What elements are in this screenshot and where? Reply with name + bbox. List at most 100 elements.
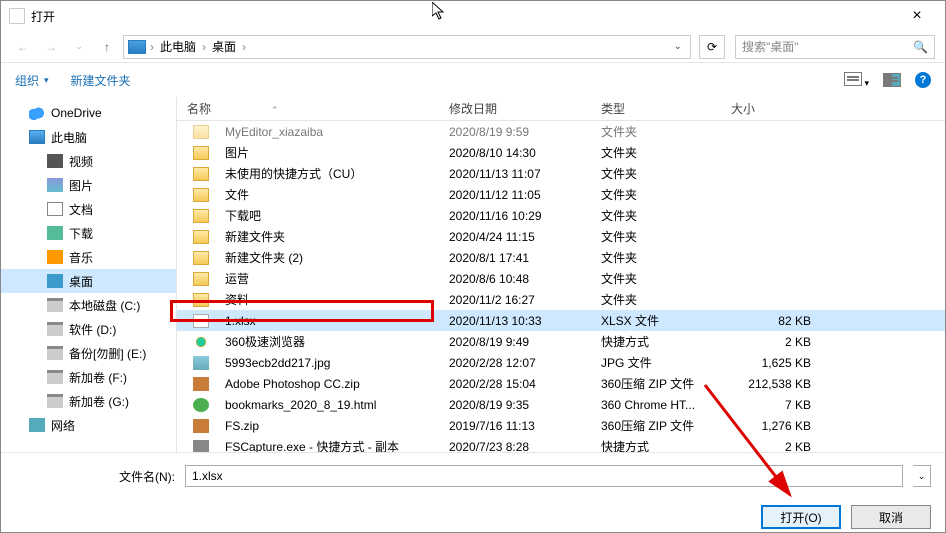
folder-icon xyxy=(47,178,63,192)
column-type[interactable]: 类型 xyxy=(591,100,721,117)
file-row[interactable]: 下载吧2020/11/16 10:29文件夹 xyxy=(177,205,945,226)
file-type: 文件夹 xyxy=(591,249,721,266)
file-row[interactable]: 1.xlsx2020/11/13 10:33XLSX 文件82 KB xyxy=(177,310,945,331)
file-date: 2020/8/10 14:30 xyxy=(439,146,591,160)
column-headers: 名称⌃ 修改日期 类型 大小 xyxy=(177,97,945,121)
sidebar-item[interactable]: 软件 (D:) xyxy=(1,317,176,341)
sidebar-item-label: 备份[勿删] (E:) xyxy=(69,345,146,362)
new-folder-button[interactable]: 新建文件夹 xyxy=(71,72,131,89)
sidebar-item[interactable]: 新加卷 (F:) xyxy=(1,365,176,389)
titlebar: 打开 × xyxy=(1,1,945,31)
preview-button[interactable] xyxy=(883,73,901,87)
file-icon xyxy=(193,251,209,265)
folder-icon xyxy=(29,130,45,144)
forward-button[interactable]: → xyxy=(39,35,63,59)
breadcrumb-folder[interactable]: 桌面 xyxy=(210,38,238,55)
file-row[interactable]: 新建文件夹 (2)2020/8/1 17:41文件夹 xyxy=(177,247,945,268)
folder-icon xyxy=(47,202,63,216)
folder-icon xyxy=(29,418,45,432)
search-input[interactable]: 搜索"桌面" 🔍 xyxy=(735,35,935,59)
file-row[interactable]: 360极速浏览器2020/8/19 9:49快捷方式2 KB xyxy=(177,331,945,352)
breadcrumb[interactable]: › 此电脑 › 桌面 › ⌄ xyxy=(123,35,691,59)
sidebar-item[interactable]: 桌面 xyxy=(1,269,176,293)
cancel-button[interactable]: 取消 xyxy=(851,505,931,529)
file-row[interactable]: FS.zip2019/7/16 11:13360压缩 ZIP 文件1,276 K… xyxy=(177,415,945,436)
sidebar-item[interactable]: 网络 xyxy=(1,413,176,437)
filename-dropdown[interactable]: ⌄ xyxy=(913,465,931,487)
file-icon xyxy=(193,398,209,412)
file-row[interactable]: 5993ecb2dd217.jpg2020/2/28 12:07JPG 文件1,… xyxy=(177,352,945,373)
filename-input[interactable] xyxy=(185,465,903,487)
file-name: 资料 xyxy=(215,291,439,308)
sidebar-item[interactable]: 视频 xyxy=(1,149,176,173)
file-row[interactable]: FSCapture.exe - 快捷方式 - 副本2020/7/23 8:28快… xyxy=(177,436,945,452)
sidebar-item[interactable]: 此电脑 xyxy=(1,125,176,149)
refresh-button[interactable]: ⟳ xyxy=(699,35,725,59)
sidebar-item[interactable]: 本地磁盘 (C:) xyxy=(1,293,176,317)
back-button[interactable]: ← xyxy=(11,35,35,59)
chevron-down-icon: ▾ xyxy=(44,75,49,86)
chevron-right-icon: › xyxy=(148,40,156,54)
file-row[interactable]: 运营2020/8/6 10:48文件夹 xyxy=(177,268,945,289)
sidebar-item[interactable]: 音乐 xyxy=(1,245,176,269)
folder-icon xyxy=(47,226,63,240)
file-icon xyxy=(193,167,209,181)
file-type: 快捷方式 xyxy=(591,333,721,350)
search-icon: 🔍 xyxy=(913,40,928,54)
file-name: Adobe Photoshop CC.zip xyxy=(215,377,439,391)
file-type: 文件夹 xyxy=(591,186,721,203)
sidebar-item-label: 新加卷 (G:) xyxy=(69,393,129,410)
folder-icon xyxy=(47,394,63,408)
close-icon[interactable]: × xyxy=(897,7,937,25)
file-icon xyxy=(193,188,209,202)
file-row[interactable]: Adobe Photoshop CC.zip2020/2/28 15:04360… xyxy=(177,373,945,394)
folder-icon xyxy=(29,106,45,120)
chevron-right-icon: › xyxy=(200,40,208,54)
open-button[interactable]: 打开(O) xyxy=(761,505,841,529)
column-date[interactable]: 修改日期 xyxy=(439,100,591,117)
computer-icon xyxy=(128,40,146,54)
sidebar-item-label: 视频 xyxy=(69,153,93,170)
recent-dropdown[interactable]: ⌄ xyxy=(67,35,91,59)
file-date: 2020/11/12 11:05 xyxy=(439,188,591,202)
file-type: 文件夹 xyxy=(591,291,721,308)
file-row[interactable]: 新建文件夹2020/4/24 11:15文件夹 xyxy=(177,226,945,247)
file-icon xyxy=(193,125,209,139)
column-name[interactable]: 名称⌃ xyxy=(177,100,439,117)
sidebar-item[interactable]: 图片 xyxy=(1,173,176,197)
help-icon[interactable]: ? xyxy=(915,72,931,88)
file-size: 2 KB xyxy=(721,335,831,349)
file-type: 文件夹 xyxy=(591,123,721,140)
file-row[interactable]: bookmarks_2020_8_19.html2020/8/19 9:3536… xyxy=(177,394,945,415)
file-name: 新建文件夹 (2) xyxy=(215,249,439,266)
breadcrumb-root[interactable]: 此电脑 xyxy=(158,38,198,55)
file-row[interactable]: 文件2020/11/12 11:05文件夹 xyxy=(177,184,945,205)
window-icon xyxy=(9,8,25,24)
file-name: 1.xlsx xyxy=(215,314,439,328)
chevron-down-icon[interactable]: ⌄ xyxy=(674,41,682,52)
file-date: 2020/2/28 12:07 xyxy=(439,356,591,370)
column-size[interactable]: 大小 xyxy=(721,100,831,117)
up-button[interactable]: ↑ xyxy=(95,35,119,59)
file-row[interactable]: 未使用的快捷方式（CU）2020/11/13 11:07文件夹 xyxy=(177,163,945,184)
sidebar-item-label: 软件 (D:) xyxy=(69,321,116,338)
file-icon xyxy=(193,356,209,370)
file-row[interactable]: MyEditor_xiazaiba2020/8/19 9:59文件夹 xyxy=(177,121,945,142)
search-placeholder: 搜索"桌面" xyxy=(742,38,799,55)
file-date: 2020/2/28 15:04 xyxy=(439,377,591,391)
sidebar-item[interactable]: OneDrive xyxy=(1,101,176,125)
file-date: 2020/11/13 10:33 xyxy=(439,314,591,328)
sidebar-item-label: 此电脑 xyxy=(51,129,87,146)
sidebar-item[interactable]: 备份[勿删] (E:) xyxy=(1,341,176,365)
sidebar-item[interactable]: 下载 xyxy=(1,221,176,245)
file-row[interactable]: 图片2020/8/10 14:30文件夹 xyxy=(177,142,945,163)
sidebar-item[interactable]: 新加卷 (G:) xyxy=(1,389,176,413)
sidebar-item-label: 本地磁盘 (C:) xyxy=(69,297,140,314)
file-row[interactable]: 资料2020/11/2 16:27文件夹 xyxy=(177,289,945,310)
sidebar-item-label: 下载 xyxy=(69,225,93,242)
file-icon xyxy=(193,209,209,223)
file-icon xyxy=(193,335,209,349)
view-button[interactable]: ▾ xyxy=(844,72,869,89)
organize-button[interactable]: 组织▾ xyxy=(15,72,49,89)
sidebar-item[interactable]: 文档 xyxy=(1,197,176,221)
